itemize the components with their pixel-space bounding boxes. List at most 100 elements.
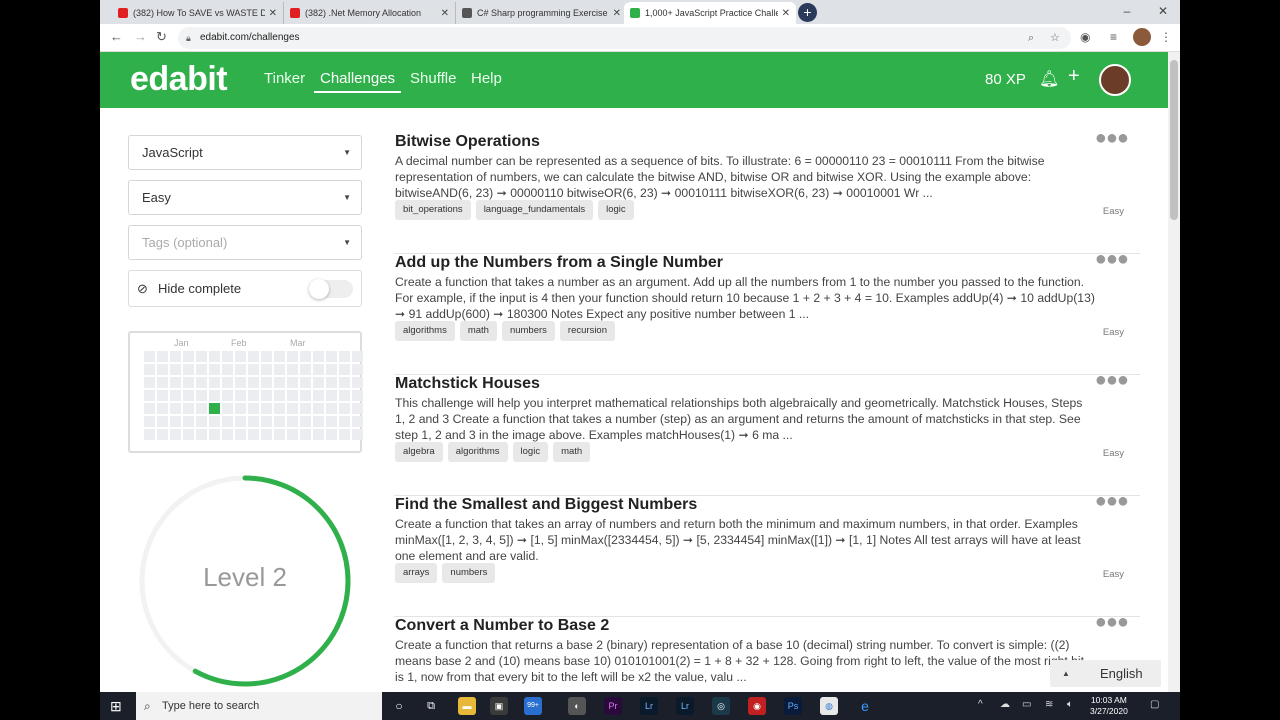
nav-shuffle[interactable]: Shuffle (410, 70, 456, 87)
edabit-logo[interactable]: edabit (130, 60, 228, 99)
tray-app-icon[interactable]: ☁ (1000, 699, 1010, 710)
windows-start-icon[interactable]: ⊞ (110, 698, 122, 715)
user-avatar[interactable] (1099, 64, 1131, 96)
tag[interactable]: language_fundamentals (475, 200, 594, 220)
hide-complete-toggle[interactable] (309, 279, 353, 299)
challenge-item[interactable]: Find the Smallest and Biggest Numbers Cr… (394, 490, 1140, 617)
more-options-icon[interactable]: ●●● (1095, 611, 1129, 634)
reload-icon[interactable]: ↻ (156, 29, 167, 45)
browser-tab[interactable]: (382) How To SAVE vs WASTE Do ✕ (112, 2, 284, 24)
close-icon[interactable]: ✕ (613, 8, 621, 19)
activity-calendar: Jan Feb Mar (128, 331, 363, 453)
tag[interactable]: algebra (395, 442, 443, 462)
close-icon[interactable]: ✕ (269, 8, 277, 19)
language-button[interactable]: ▲ English (1050, 660, 1161, 687)
calendar-day (326, 429, 337, 440)
cortana-icon[interactable]: ○ (390, 697, 408, 715)
challenge-item[interactable]: Convert a Number to Base 2 Create a func… (394, 611, 1140, 692)
challenge-title[interactable]: Add up the Numbers from a Single Number (395, 254, 723, 272)
tag[interactable]: logic (598, 200, 634, 220)
more-options-icon[interactable]: ●●● (1095, 127, 1129, 150)
tag[interactable]: bit_operations (395, 200, 471, 220)
difficulty-value: Easy (142, 190, 171, 205)
file-explorer-icon[interactable]: ▬ (458, 697, 476, 715)
close-window-icon[interactable]: ✕ (1143, 0, 1180, 24)
lightroom-icon[interactable]: Lr (640, 697, 658, 715)
close-icon[interactable]: ✕ (782, 8, 790, 19)
media-icon[interactable]: ≡ (1110, 30, 1117, 44)
tag[interactable]: numbers (501, 321, 555, 341)
clock[interactable]: 10:03 AM 3/27/2020 (1090, 695, 1128, 717)
mail-icon[interactable]: 99+ (524, 697, 542, 715)
page-scrollbar[interactable] (1168, 52, 1180, 692)
app-icon[interactable]: ◎ (712, 697, 730, 715)
nav-help[interactable]: Help (471, 70, 502, 87)
wifi-icon[interactable]: ≋ (1045, 699, 1053, 710)
photoshop-icon[interactable]: Ps (784, 697, 802, 715)
tag[interactable]: logic (512, 442, 549, 462)
challenge-item[interactable]: Matchstick Houses This challenge will he… (394, 369, 1140, 496)
taskbar-search[interactable]: ⌕ Type here to search (136, 692, 382, 720)
tag[interactable]: algorithms (395, 321, 455, 341)
challenge-description: Create a function that takes a number as… (395, 275, 1095, 321)
premiere-icon[interactable]: Pr (604, 697, 622, 715)
challenge-title[interactable]: Bitwise Operations (395, 133, 540, 151)
back-icon[interactable]: ← (110, 29, 123, 44)
profile-avatar[interactable] (1133, 28, 1151, 46)
tag[interactable]: math (459, 321, 497, 341)
calendar-day (352, 364, 363, 375)
difficulty-label: Easy (1102, 327, 1124, 338)
close-icon[interactable]: ✕ (441, 8, 449, 19)
forward-icon[interactable]: → (134, 29, 147, 44)
more-options-icon[interactable]: ●●● (1095, 369, 1129, 392)
challenge-description: Create a function that takes an array of… (395, 517, 1081, 563)
plus-icon[interactable]: + (1068, 65, 1080, 88)
calendar-day (261, 416, 272, 427)
challenge-item[interactable]: Add up the Numbers from a Single Number … (394, 248, 1140, 375)
more-options-icon[interactable]: ●●● (1095, 490, 1129, 513)
difficulty-select[interactable]: Easy ▼ (128, 180, 362, 215)
nav-challenges[interactable]: Challenges (314, 70, 402, 93)
calendar-day (326, 403, 337, 414)
app-icon[interactable]: ◉ (748, 697, 766, 715)
minimize-icon[interactable]: ‒ (1107, 0, 1147, 24)
app-icon[interactable]: ◐ (568, 697, 586, 715)
lightroom-classic-icon[interactable]: Lr (676, 697, 694, 715)
chrome-icon[interactable]: ◍ (820, 697, 838, 715)
challenge-title[interactable]: Convert a Number to Base 2 (395, 617, 609, 635)
calendar-day (248, 364, 259, 375)
challenge-title[interactable]: Find the Smallest and Biggest Numbers (395, 496, 697, 514)
menu-icon[interactable]: ⋮ (1160, 30, 1172, 44)
extension-icon[interactable]: ◉ (1080, 30, 1090, 44)
notifications-icon[interactable]: ▢ (1150, 699, 1159, 710)
task-view-icon[interactable]: ⧉ (422, 697, 440, 715)
challenge-item[interactable]: Bitwise Operations A decimal number can … (394, 127, 1140, 254)
tray-battery-icon[interactable]: ▭ (1022, 699, 1031, 710)
language-select[interactable]: JavaScript ▼ (128, 135, 362, 170)
store-icon[interactable]: ▣ (490, 697, 508, 715)
bell-icon[interactable]: 🔔︎ (1039, 69, 1059, 89)
volume-icon[interactable]: 🔈︎ (1067, 699, 1073, 710)
url-input[interactable]: 🔒︎ edabit.com/challenges ⌕ ☆ (178, 27, 1071, 49)
bookmark-star-icon[interactable]: ☆ (1050, 27, 1060, 49)
tags-select[interactable]: Tags (optional) ▼ (128, 225, 362, 260)
scrollbar-thumb[interactable] (1170, 60, 1178, 220)
browser-tab-active[interactable]: 1,000+ JavaScript Practice Challe ✕ (624, 2, 796, 24)
browser-tab[interactable]: (382) .Net Memory Allocation ✕ (284, 2, 456, 24)
browser-tab[interactable]: C# Sharp programming Exercise ✕ (456, 2, 628, 24)
zoom-icon[interactable]: ⌕ (1028, 27, 1034, 49)
search-icon: ⌕ (144, 699, 151, 713)
tray-chevron-icon[interactable]: ^ (978, 699, 983, 710)
more-options-icon[interactable]: ●●● (1095, 248, 1129, 271)
nav-tinker[interactable]: Tinker (264, 70, 305, 87)
tag[interactable]: numbers (442, 563, 496, 583)
difficulty-label: Easy (1102, 569, 1124, 580)
calendar-day (196, 364, 207, 375)
challenge-title[interactable]: Matchstick Houses (395, 375, 540, 393)
tag[interactable]: arrays (395, 563, 438, 583)
edge-icon[interactable]: e (856, 697, 874, 715)
tag[interactable]: algorithms (447, 442, 508, 462)
tag[interactable]: math (553, 442, 591, 462)
tag[interactable]: recursion (559, 321, 615, 341)
new-tab-button[interactable]: + (798, 3, 817, 22)
